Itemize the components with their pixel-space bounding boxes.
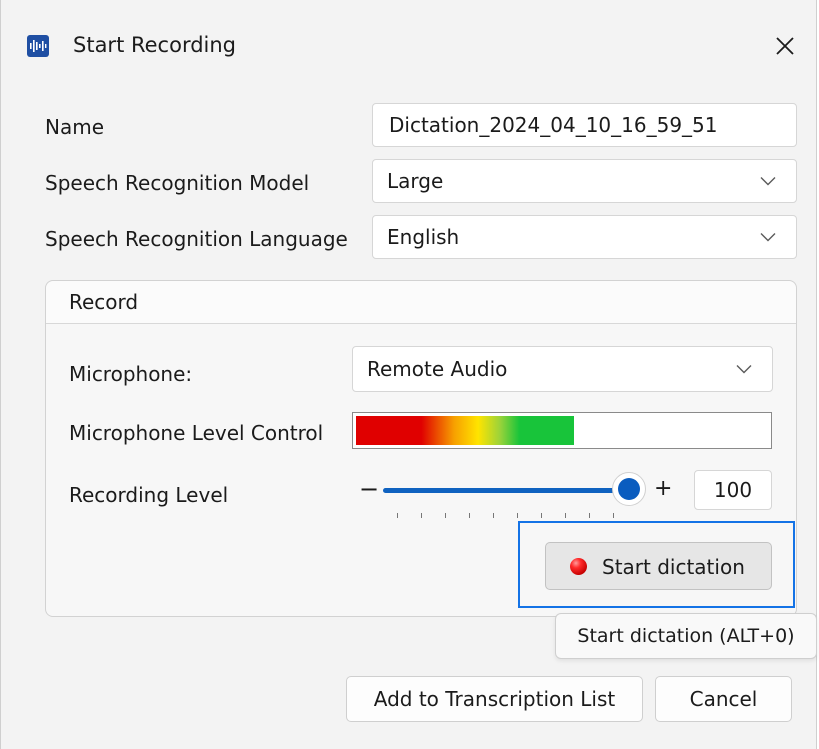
slider-tick: [469, 513, 470, 518]
slider-tick: [589, 513, 590, 518]
language-label: Speech Recognition Language: [45, 227, 348, 251]
name-value: Dictation_2024_04_10_16_59_51: [389, 113, 718, 137]
record-group-title: Record: [69, 290, 139, 314]
cancel-button[interactable]: Cancel: [655, 676, 792, 722]
level-control-label: Microphone Level Control: [69, 421, 324, 445]
model-select[interactable]: Large: [372, 159, 797, 203]
waveform-icon: [27, 35, 49, 57]
slider-tick: [493, 513, 494, 518]
slider-plus-label: +: [654, 476, 673, 501]
recording-level-value-box[interactable]: 100: [694, 470, 772, 510]
chevron-down-icon: [760, 177, 776, 186]
slider-tick: [445, 513, 446, 518]
add-to-transcription-list-label: Add to Transcription List: [373, 687, 616, 711]
microphone-value: Remote Audio: [367, 357, 508, 381]
slider-minus-label: −: [359, 475, 380, 503]
recording-level-slider-thumb[interactable]: [612, 472, 646, 506]
add-to-transcription-list-button[interactable]: Add to Transcription List: [346, 676, 643, 722]
start-recording-dialog: Start Recording Name Dictation_2024_04_1…: [0, 0, 817, 749]
recording-level-value: 100: [713, 478, 753, 502]
start-dictation-button[interactable]: Start dictation: [545, 542, 772, 590]
microphone-level-fill: [356, 416, 574, 445]
chevron-down-icon: [736, 365, 752, 374]
record-group-header[interactable]: Record: [46, 281, 796, 324]
recording-level-slider-track[interactable]: [383, 488, 635, 493]
name-input[interactable]: Dictation_2024_04_10_16_59_51: [372, 103, 797, 147]
slider-tick: [517, 513, 518, 518]
tooltip-text: Start dictation (ALT+0): [577, 625, 795, 647]
cancel-label: Cancel: [689, 687, 758, 711]
start-dictation-label: Start dictation: [602, 555, 745, 579]
close-icon: [776, 37, 794, 55]
slider-tick: [397, 513, 398, 518]
chevron-down-icon: [760, 233, 776, 242]
title-bar: Start Recording: [1, 0, 816, 92]
close-button[interactable]: [767, 28, 803, 64]
dialog-title: Start Recording: [73, 33, 237, 57]
microphone-level-meter: [352, 412, 772, 449]
recording-level-label: Recording Level: [69, 483, 229, 507]
language-select[interactable]: English: [372, 215, 797, 259]
slider-tick: [613, 513, 614, 518]
model-value: Large: [387, 169, 444, 193]
name-label: Name: [45, 115, 105, 139]
model-label: Speech Recognition Model: [45, 171, 310, 195]
slider-tick: [541, 513, 542, 518]
slider-tick: [421, 513, 422, 518]
microphone-select[interactable]: Remote Audio: [352, 346, 773, 392]
tooltip: Start dictation (ALT+0): [555, 613, 817, 659]
language-value: English: [387, 225, 460, 249]
record-dot-icon: [570, 558, 587, 575]
microphone-label: Microphone:: [69, 362, 193, 386]
slider-tick: [565, 513, 566, 518]
